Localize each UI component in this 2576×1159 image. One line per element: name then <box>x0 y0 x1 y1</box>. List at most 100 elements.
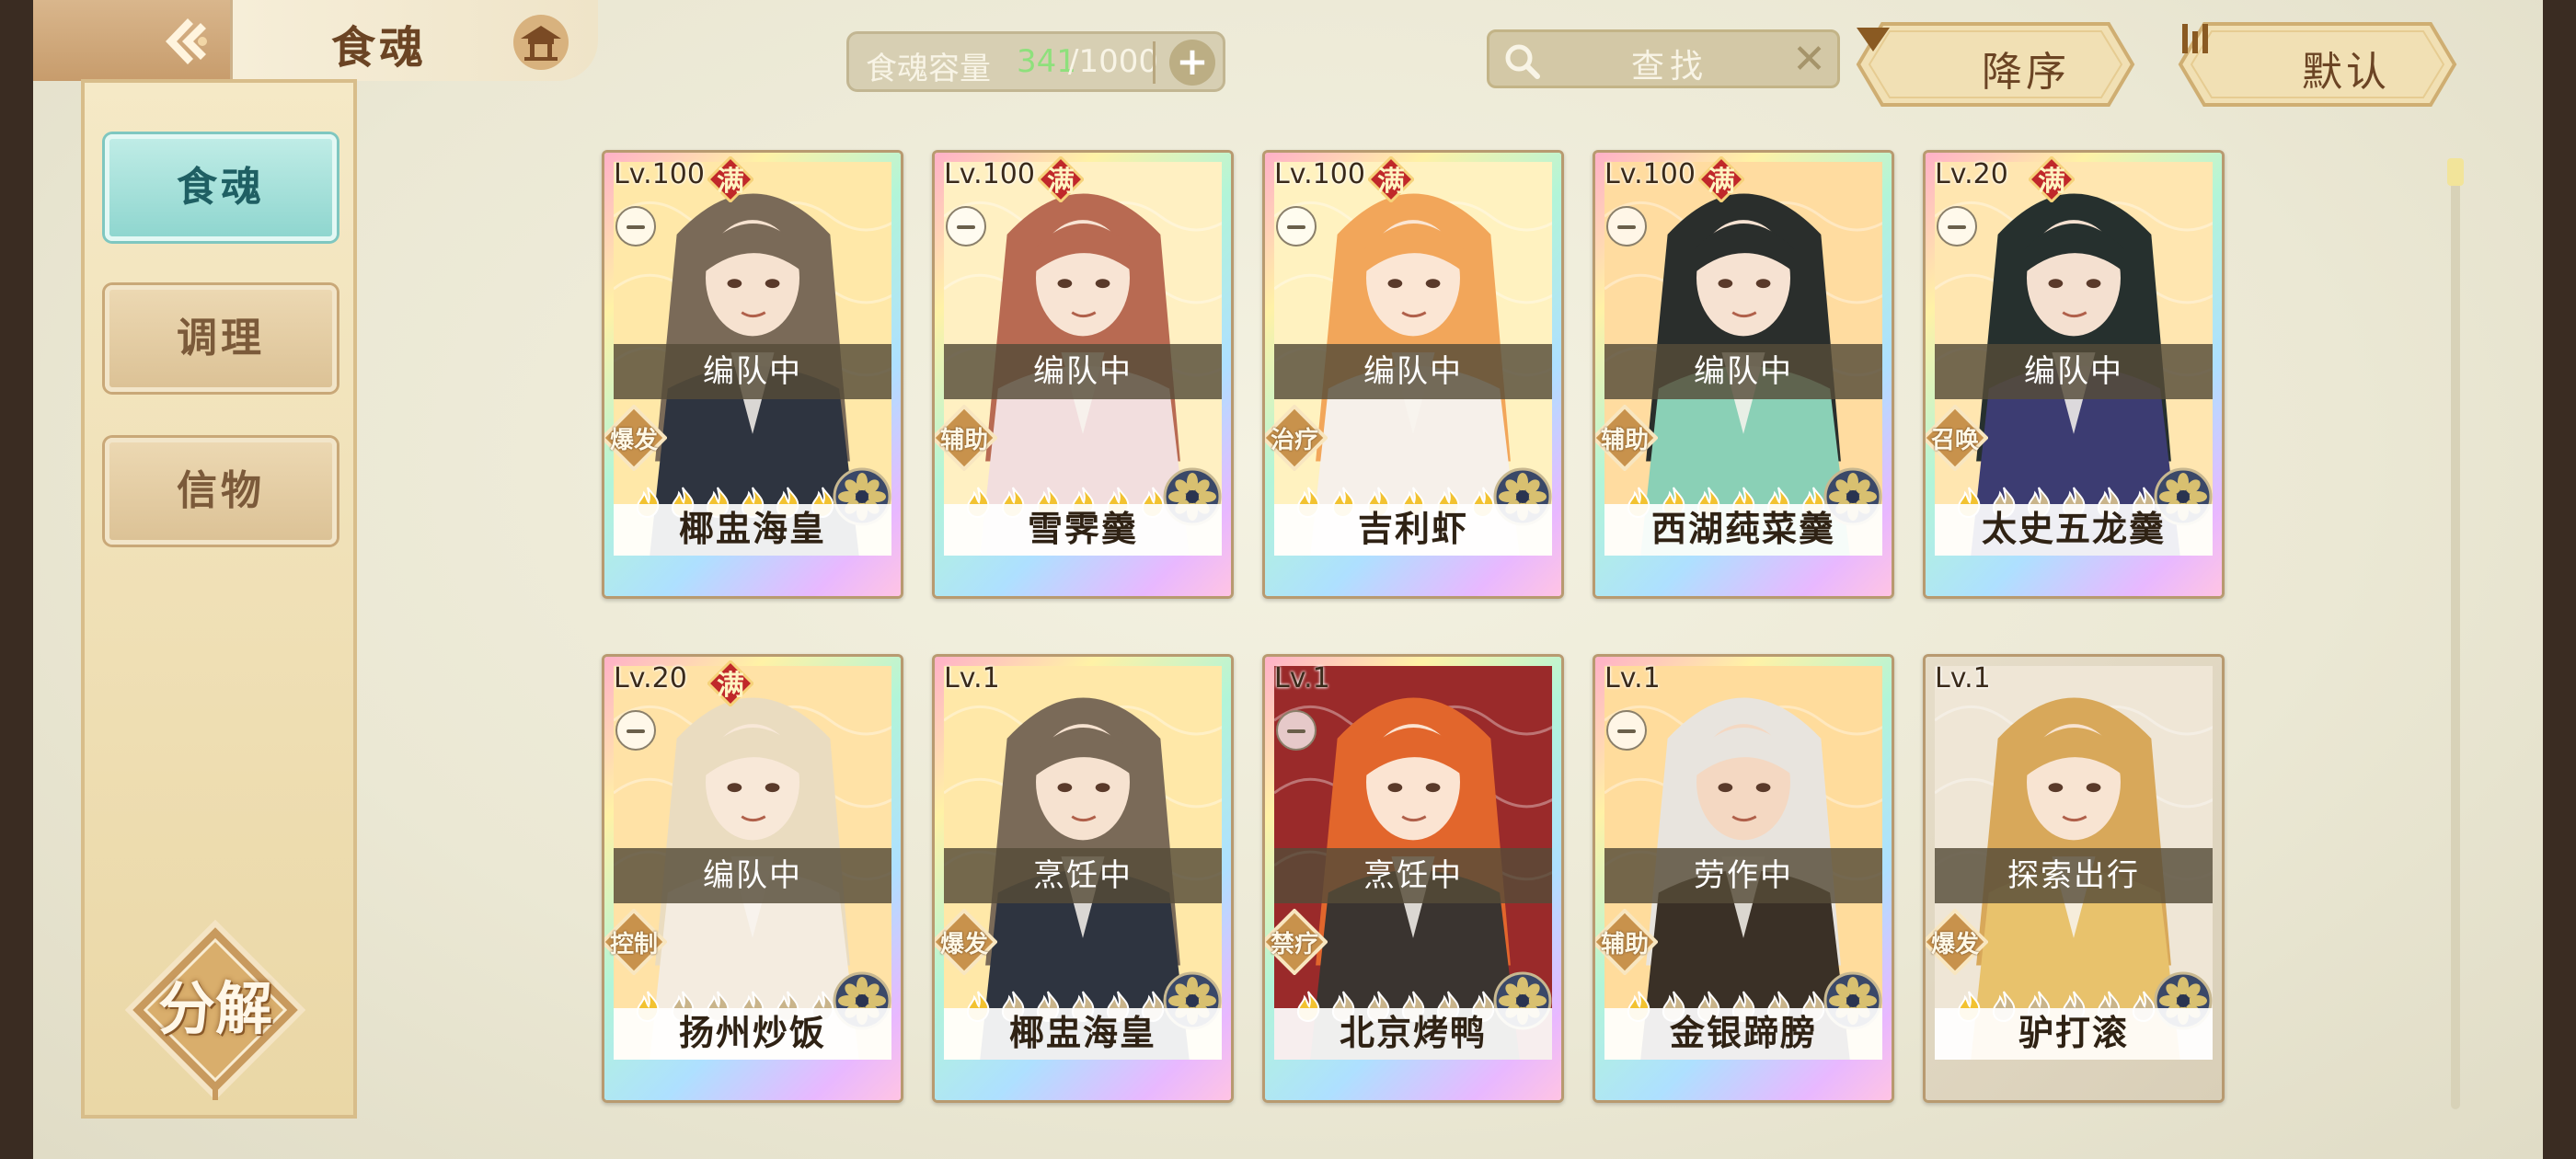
triangle-down-icon <box>1857 28 1890 52</box>
card-footer <box>1265 556 1561 596</box>
card-role: 召唤 <box>1930 427 1979 454</box>
card-footer <box>1926 1060 2222 1100</box>
capacity-display: 食魂容量 341 /1000 + <box>846 31 1225 92</box>
card-level: Lv.100 <box>1604 158 1696 190</box>
capacity-divider <box>1153 41 1156 84</box>
card-role: 爆发 <box>939 931 988 958</box>
sort-order-button[interactable]: 降序 <box>1855 20 2136 109</box>
card-status-label: 探索出行 <box>1935 848 2213 903</box>
scrollbar-thumb[interactable] <box>2447 158 2464 186</box>
card-role: 辅助 <box>939 427 988 454</box>
card-footer <box>1926 556 2222 596</box>
food-soul-card[interactable]: Lv.1 烹饪中 禁疗 北京烤鸭 <box>1262 654 1564 1103</box>
search-box[interactable]: 查找 ✕ <box>1487 29 1840 88</box>
food-soul-card[interactable]: Lv.100 满 编队中 辅助 <box>932 150 1234 599</box>
card-footer <box>935 1060 1231 1100</box>
card-footer <box>1595 1060 1892 1100</box>
sort-mode-label: 默认 <box>2302 49 2390 96</box>
card-status-label: 劳作中 <box>1604 848 1882 903</box>
card-level: Lv.100 <box>944 158 1035 190</box>
remove-from-team-icon[interactable] <box>615 206 656 247</box>
card-level: Lv.1 <box>1604 662 1661 694</box>
sort-mode-button[interactable]: 默认 <box>2177 20 2458 109</box>
remove-from-team-icon[interactable] <box>1276 710 1317 751</box>
food-soul-card[interactable]: Lv.1 探索出行 爆发 驴打滚 <box>1923 654 2225 1103</box>
food-soul-card[interactable]: Lv.100 满 编队中 治疗 吉利虾 <box>1262 150 1564 599</box>
card-footer <box>604 1060 901 1100</box>
card-level: Lv.1 <box>944 662 1000 694</box>
card-status-label: 编队中 <box>1604 344 1882 399</box>
food-soul-card[interactable]: Lv.1 烹饪中 爆发 椰盅海皇 <box>932 654 1234 1103</box>
sort-order-label: 降序 <box>1982 49 2070 96</box>
card-level: Lv.100 <box>1274 158 1365 190</box>
tab-tokens[interactable]: 信物 <box>105 438 337 545</box>
capacity-add-button[interactable]: + <box>1169 40 1215 86</box>
card-name: 吉利虾 <box>1357 509 1468 549</box>
screen-edge-right <box>2543 0 2576 1159</box>
remove-from-team-icon[interactable] <box>1276 206 1317 247</box>
card-level: Lv.1 <box>1935 662 1991 694</box>
card-footer <box>1595 556 1892 596</box>
card-level: Lv.1 <box>1274 662 1330 694</box>
card-name: 雪霁羹 <box>1027 509 1138 549</box>
card-name: 椰盅海皇 <box>1008 1013 1156 1053</box>
card-level: Lv.20 <box>1935 158 2008 190</box>
capacity-max: /1000 <box>1068 43 1158 80</box>
tab-training[interactable]: 调理 <box>105 285 337 392</box>
food-soul-card[interactable]: Lv.100 满 编队中 爆发 椰盅海皇 <box>602 150 903 599</box>
screen-edge-left <box>0 0 33 1159</box>
card-role: 禁疗 <box>1270 931 1318 958</box>
card-footer <box>604 556 901 596</box>
max-badge: 满 <box>1377 166 1405 198</box>
food-soul-card[interactable]: Lv.20 满 编队中 控制 扬州炒饭 <box>602 654 903 1103</box>
card-role: 辅助 <box>1600 427 1649 454</box>
card-status-label: 编队中 <box>1935 344 2213 399</box>
card-footer <box>935 556 1231 596</box>
max-badge: 满 <box>717 166 744 198</box>
card-name: 驴打滚 <box>2018 1013 2129 1053</box>
max-badge: 满 <box>1047 166 1075 198</box>
max-badge: 满 <box>717 670 744 702</box>
card-name: 金银蹄膀 <box>1669 1013 1817 1053</box>
card-role: 控制 <box>609 931 658 958</box>
back-button-plate[interactable] <box>33 0 263 81</box>
card-role: 爆发 <box>1930 931 1979 958</box>
max-badge: 满 <box>2038 166 2065 198</box>
remove-from-team-icon[interactable] <box>1606 206 1647 247</box>
back-arrow-icon[interactable] <box>160 13 221 70</box>
card-role: 辅助 <box>1600 931 1649 958</box>
remove-from-team-icon[interactable] <box>1937 206 1977 247</box>
decompose-button[interactable]: 分解 <box>125 962 305 1045</box>
card-level: Lv.20 <box>614 662 687 694</box>
card-status-label: 烹饪中 <box>944 848 1222 903</box>
card-status-label: 编队中 <box>614 344 891 399</box>
card-name: 西湖莼菜羹 <box>1650 509 1835 549</box>
remove-from-team-icon[interactable] <box>946 206 986 247</box>
card-footer <box>1265 1060 1561 1100</box>
remove-from-team-icon[interactable] <box>1606 710 1647 751</box>
card-role: 爆发 <box>609 427 658 454</box>
card-status-label: 烹饪中 <box>1274 848 1552 903</box>
remove-from-team-icon[interactable] <box>615 710 656 751</box>
pavilion-home-icon[interactable] <box>512 13 570 72</box>
search-clear-button[interactable]: ✕ <box>1792 36 1826 83</box>
card-status-label: 编队中 <box>614 848 891 903</box>
search-input[interactable]: 查找 <box>1631 40 1708 87</box>
page-title: 食魂 <box>331 22 428 74</box>
card-name: 北京烤鸭 <box>1339 1013 1487 1053</box>
scrollbar-track[interactable] <box>2451 162 2460 1109</box>
card-status-label: 编队中 <box>944 344 1222 399</box>
max-badge: 满 <box>1708 166 1735 198</box>
food-soul-card[interactable]: Lv.100 满 编队中 辅助 <box>1593 150 1894 599</box>
card-level: Lv.100 <box>614 158 705 190</box>
bars-icon <box>2182 24 2208 53</box>
card-status-label: 编队中 <box>1274 344 1552 399</box>
capacity-label: 食魂容量 <box>866 51 991 87</box>
tab-food-souls[interactable]: 食魂 <box>105 134 337 241</box>
magnifier-icon <box>1505 44 1540 79</box>
card-name: 扬州炒饭 <box>678 1013 826 1053</box>
food-soul-card[interactable]: Lv.20 满 编队中 召唤 太史五龙羹 <box>1923 150 2225 599</box>
food-soul-card[interactable]: Lv.1 劳作中 辅助 金银蹄膀 <box>1593 654 1894 1103</box>
card-role: 治疗 <box>1270 427 1318 454</box>
card-name: 椰盅海皇 <box>678 509 826 549</box>
